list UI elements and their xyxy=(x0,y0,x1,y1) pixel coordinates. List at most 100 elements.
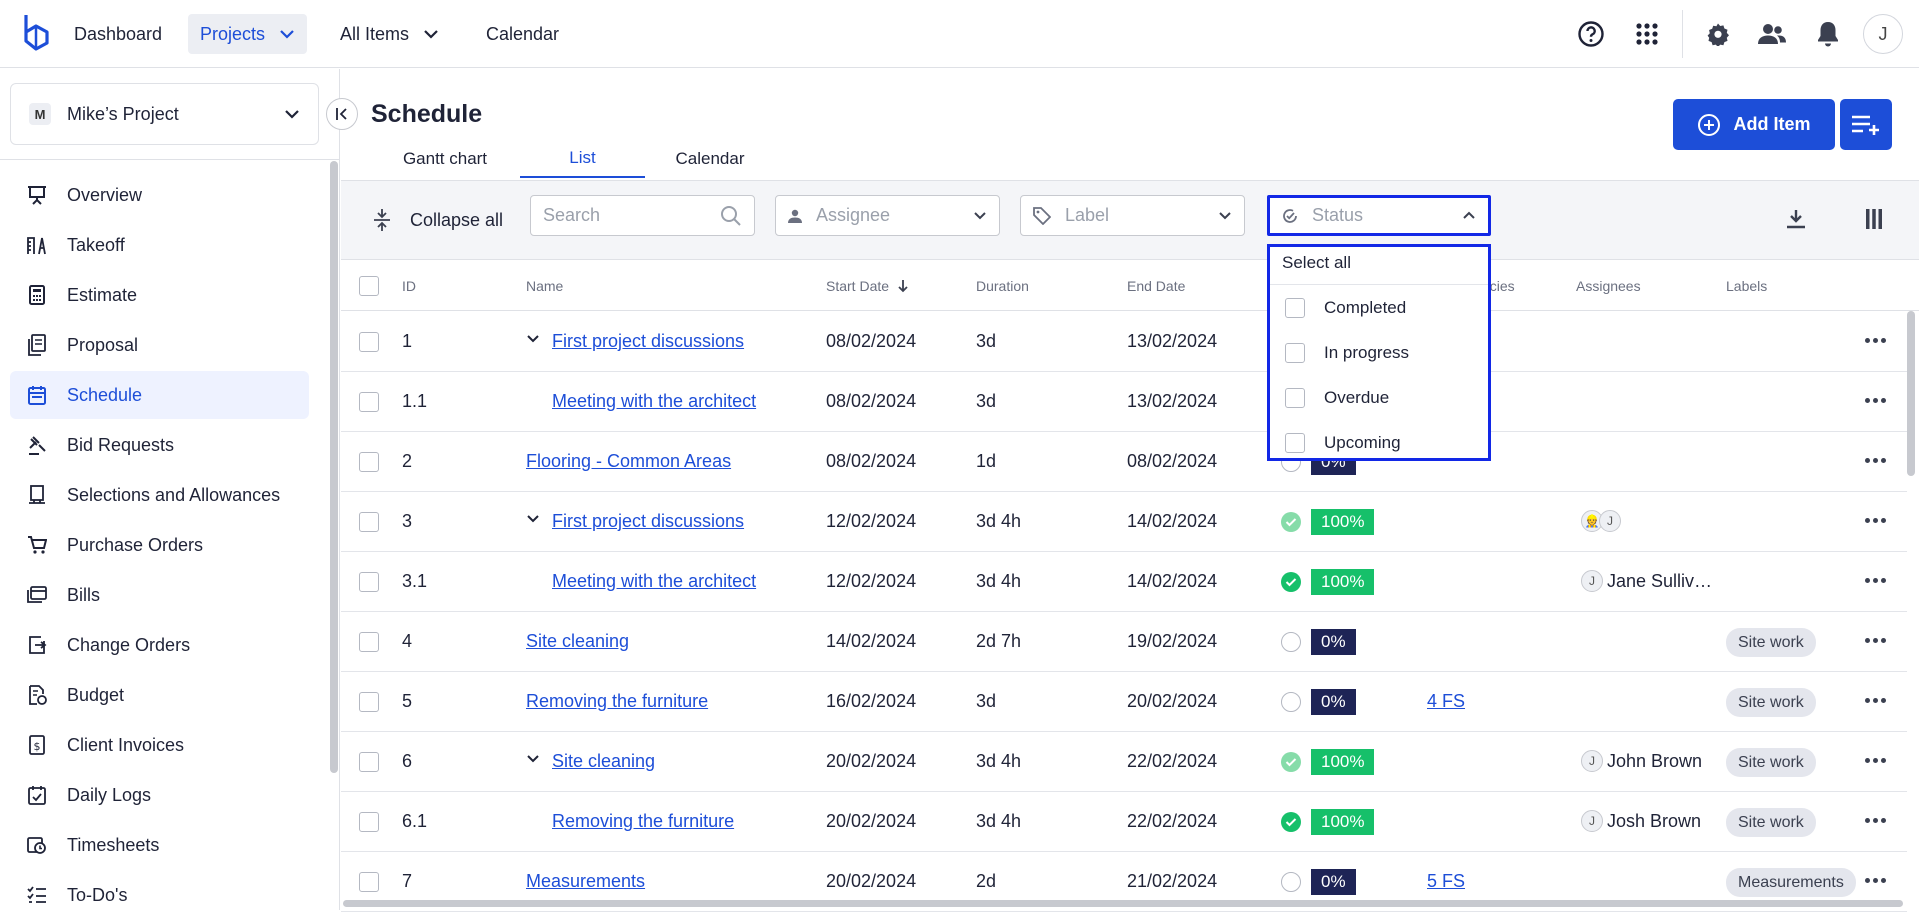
search-input[interactable]: Search xyxy=(530,195,755,236)
table-row[interactable]: 6.1 Removing the furniture 20/02/2024 3d… xyxy=(341,792,1907,852)
task-name-link[interactable]: First project discussions xyxy=(552,511,744,532)
sidebar-item-change-orders[interactable]: Change Orders xyxy=(10,621,309,669)
task-name-link[interactable]: Removing the furniture xyxy=(526,691,708,712)
nav-calendar[interactable]: Calendar xyxy=(474,14,571,54)
more-options-icon[interactable] xyxy=(1865,458,1889,463)
add-item-button[interactable]: Add Item xyxy=(1673,99,1835,150)
sidebar-item-todos[interactable]: To-Do's xyxy=(10,871,309,919)
help-icon[interactable] xyxy=(1571,14,1611,54)
table-vertical-scrollbar[interactable] xyxy=(1907,311,1915,476)
nav-projects[interactable]: Projects xyxy=(188,14,308,54)
nav-all-items[interactable]: All Items xyxy=(328,14,451,54)
status-option-in-progress[interactable]: In progress xyxy=(1270,330,1488,375)
row-checkbox[interactable] xyxy=(359,812,379,832)
add-list-button[interactable] xyxy=(1840,99,1892,150)
table-row[interactable]: 5 Removing the furniture 16/02/2024 3d 2… xyxy=(341,672,1907,732)
table-row[interactable]: 4 Site cleaning 14/02/2024 2d 7h 19/02/2… xyxy=(341,612,1907,672)
tab-list[interactable]: List xyxy=(520,140,645,178)
status-upcoming-icon[interactable] xyxy=(1281,872,1301,892)
option-checkbox[interactable] xyxy=(1285,297,1305,318)
assignee-avatars[interactable]: 👷 J xyxy=(1581,510,1625,532)
status-completed-icon[interactable] xyxy=(1281,572,1301,592)
column-id[interactable]: ID xyxy=(402,278,416,294)
more-options-icon[interactable] xyxy=(1865,578,1889,583)
team-icon[interactable] xyxy=(1752,14,1792,54)
sidebar-item-overview[interactable]: Overview xyxy=(10,171,309,219)
column-start-date[interactable]: Start Date xyxy=(826,278,909,294)
collapse-all-button[interactable]: Collapse all xyxy=(372,205,503,235)
table-row[interactable]: 6 Site cleaning 20/02/2024 3d 4h 22/02/2… xyxy=(341,732,1907,792)
collapse-sidebar-button[interactable] xyxy=(326,98,358,130)
status-option-upcoming[interactable]: Upcoming xyxy=(1270,420,1488,465)
label-filter[interactable]: Label xyxy=(1020,195,1245,236)
status-upcoming-icon[interactable] xyxy=(1281,692,1301,712)
row-checkbox[interactable] xyxy=(359,572,379,592)
more-options-icon[interactable] xyxy=(1865,338,1889,343)
table-row[interactable]: 3 First project discussions 12/02/2024 3… xyxy=(341,492,1907,552)
column-assignees[interactable]: Assignees xyxy=(1576,278,1641,294)
task-name-link[interactable]: Site cleaning xyxy=(526,631,629,652)
more-options-icon[interactable] xyxy=(1865,758,1889,763)
task-name-link[interactable]: Meeting with the architect xyxy=(552,391,756,412)
assignee-filter[interactable]: Assignee xyxy=(775,195,1000,236)
chevron-down-icon[interactable] xyxy=(526,754,540,763)
sidebar-item-bid-requests[interactable]: Bid Requests xyxy=(10,421,309,469)
sidebar-item-client-invoices[interactable]: $ Client Invoices xyxy=(10,721,309,769)
apps-grid-icon[interactable] xyxy=(1627,14,1667,54)
more-options-icon[interactable] xyxy=(1865,518,1889,523)
assignee[interactable]: J John Brown xyxy=(1581,750,1702,772)
task-name-link[interactable]: Flooring - Common Areas xyxy=(526,451,731,472)
sidebar-item-selections[interactable]: Selections and Allowances xyxy=(10,471,309,519)
tab-gantt-chart[interactable]: Gantt chart xyxy=(385,140,505,178)
sidebar-item-budget[interactable]: Budget xyxy=(10,671,309,719)
select-all-checkbox[interactable] xyxy=(359,276,379,296)
row-checkbox[interactable] xyxy=(359,692,379,712)
task-name-link[interactable]: First project discussions xyxy=(552,331,744,352)
task-name-link[interactable]: Meeting with the architect xyxy=(552,571,756,592)
status-completed-icon[interactable] xyxy=(1281,812,1301,832)
column-duration[interactable]: Duration xyxy=(976,278,1029,294)
chevron-down-icon[interactable] xyxy=(526,514,540,523)
sidebar-item-estimate[interactable]: Estimate xyxy=(10,271,309,319)
chevron-down-icon[interactable] xyxy=(526,334,540,343)
task-name-link[interactable]: Removing the furniture xyxy=(552,811,734,832)
column-end-date[interactable]: End Date xyxy=(1127,278,1185,294)
more-options-icon[interactable] xyxy=(1865,698,1889,703)
option-checkbox[interactable] xyxy=(1285,342,1305,363)
option-checkbox[interactable] xyxy=(1285,387,1305,408)
status-completed-icon[interactable] xyxy=(1281,512,1301,532)
table-row[interactable]: 2 Flooring - Common Areas 08/02/2024 1d … xyxy=(341,432,1907,492)
status-completed-icon[interactable] xyxy=(1281,752,1301,772)
user-avatar[interactable]: J xyxy=(1863,14,1903,54)
app-logo-icon[interactable] xyxy=(20,12,52,54)
sidebar-item-purchase-orders[interactable]: Purchase Orders xyxy=(10,521,309,569)
nav-dashboard[interactable]: Dashboard xyxy=(62,14,174,54)
status-upcoming-icon[interactable] xyxy=(1281,632,1301,652)
status-option-overdue[interactable]: Overdue xyxy=(1270,375,1488,420)
assignee[interactable]: J Josh Brown xyxy=(1581,810,1701,832)
row-checkbox[interactable] xyxy=(359,392,379,412)
task-name-link[interactable]: Site cleaning xyxy=(552,751,655,772)
column-labels[interactable]: Labels xyxy=(1726,278,1767,294)
sidebar-item-bills[interactable]: Bills xyxy=(10,571,309,619)
columns-icon[interactable] xyxy=(1858,203,1890,235)
row-checkbox[interactable] xyxy=(359,452,379,472)
row-checkbox[interactable] xyxy=(359,752,379,772)
row-checkbox[interactable] xyxy=(359,332,379,352)
sidebar-item-timesheets[interactable]: Timesheets xyxy=(10,821,309,869)
tab-calendar[interactable]: Calendar xyxy=(660,140,760,178)
sidebar-item-daily-logs[interactable]: Daily Logs xyxy=(10,771,309,819)
row-checkbox[interactable] xyxy=(359,872,379,892)
sidebar-scrollbar[interactable] xyxy=(330,161,338,773)
more-options-icon[interactable] xyxy=(1865,398,1889,403)
more-options-icon[interactable] xyxy=(1865,818,1889,823)
task-name-link[interactable]: Measurements xyxy=(526,871,645,892)
dependency-link[interactable]: 5 FS xyxy=(1427,871,1465,892)
more-options-icon[interactable] xyxy=(1865,878,1889,883)
column-name[interactable]: Name xyxy=(526,278,563,294)
sidebar-item-schedule[interactable]: Schedule xyxy=(10,371,309,419)
row-checkbox[interactable] xyxy=(359,632,379,652)
table-row[interactable]: 1 First project discussions 08/02/2024 3… xyxy=(341,312,1907,372)
select-all-option[interactable]: Select all xyxy=(1270,247,1488,285)
table-row[interactable]: 1.1 Meeting with the architect 08/02/202… xyxy=(341,372,1907,432)
